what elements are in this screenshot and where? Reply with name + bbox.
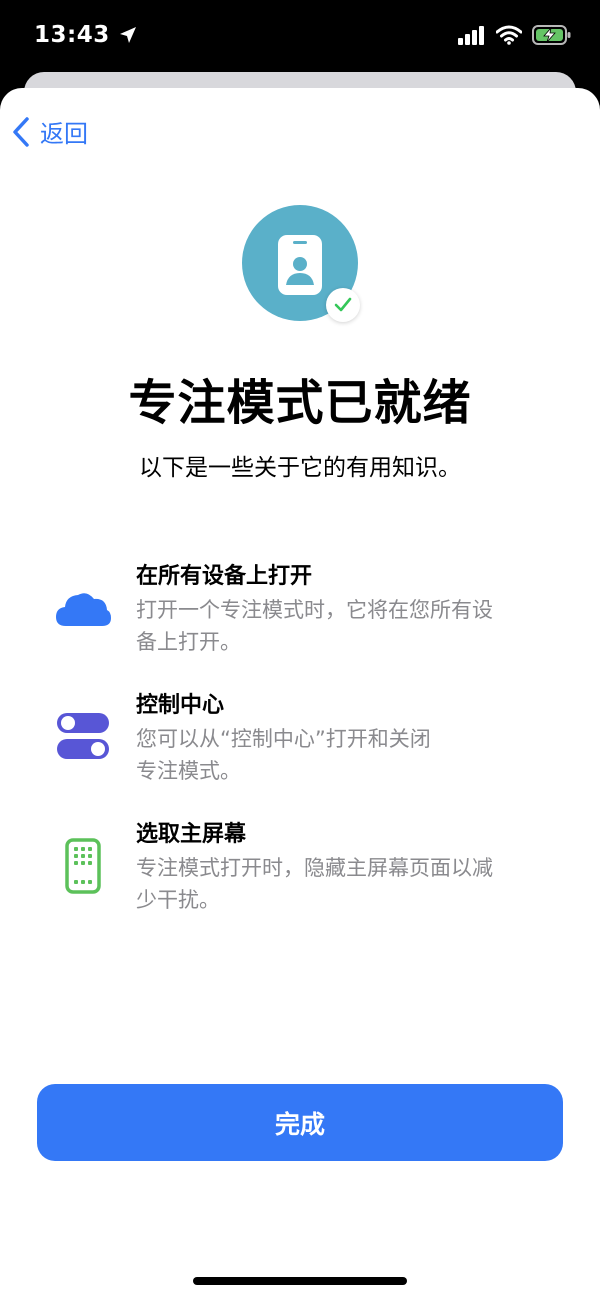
feature-desc-line: 专注模式打开时，隐藏主屏幕页面以减 [136, 856, 493, 880]
feature-title: 选取主屏幕 [136, 822, 247, 847]
cellular-signal-icon [458, 26, 484, 45]
page-subtitle: 以下是一些关于它的有用知识。 [139, 455, 461, 481]
back-button-label: 返回 [40, 120, 88, 148]
feature-description: 专注模式打开时，隐藏主屏幕页面以减 少干扰。 [136, 852, 556, 916]
feature-desc-line: 专注模式。 [136, 759, 241, 783]
feature-desc-line: 打开一个专注模式时，它将在您所有设 [136, 598, 493, 622]
feature-desc-line: 您可以从“控制中心”打开和关闭 [136, 727, 431, 751]
feature-title: 在所有设备上打开 [136, 564, 313, 589]
page-title: 专注模式已就绪 [128, 375, 472, 431]
location-arrow-icon [119, 27, 136, 43]
home-screen-icon [65, 838, 101, 898]
feature-text: 选取主屏幕 专注模式打开时，隐藏主屏幕页面以减 少干扰。 [136, 820, 556, 916]
feature-description: 打开一个专注模式时，它将在您所有设 备上打开。 [136, 594, 556, 658]
toggle-switches-icon [56, 711, 110, 765]
battery-charging-icon [532, 25, 571, 45]
status-time-label: 13:43 [34, 22, 110, 48]
status-bar: 13:43 [0, 0, 600, 80]
feature-text: 在所有设备上打开 打开一个专注模式时，它将在您所有设 备上打开。 [136, 562, 556, 658]
checkmark-badge-icon [326, 288, 360, 322]
chevron-left-icon [13, 116, 29, 147]
feature-title: 控制中心 [136, 693, 225, 718]
feature-description: 您可以从“控制中心”打开和关闭 专注模式。 [136, 723, 556, 787]
wifi-icon [496, 25, 522, 45]
feature-desc-line: 备上打开。 [136, 630, 241, 654]
feature-text: 控制中心 您可以从“控制中心”打开和关闭 专注模式。 [136, 691, 556, 787]
feature-desc-line: 少干扰。 [136, 888, 220, 912]
status-indicators [458, 24, 572, 46]
home-indicator[interactable] [193, 1277, 407, 1285]
focus-ready-sheet: 返回 专注模式已就绪 以下是一些关于它的有用知识。 在所有设备上打开 打开一个专… [0, 88, 600, 1298]
status-time: 13:43 [34, 22, 138, 48]
back-button[interactable]: 返回 [12, 114, 88, 149]
done-button[interactable]: 完成 [37, 1084, 563, 1161]
cloud-icon [54, 588, 112, 632]
